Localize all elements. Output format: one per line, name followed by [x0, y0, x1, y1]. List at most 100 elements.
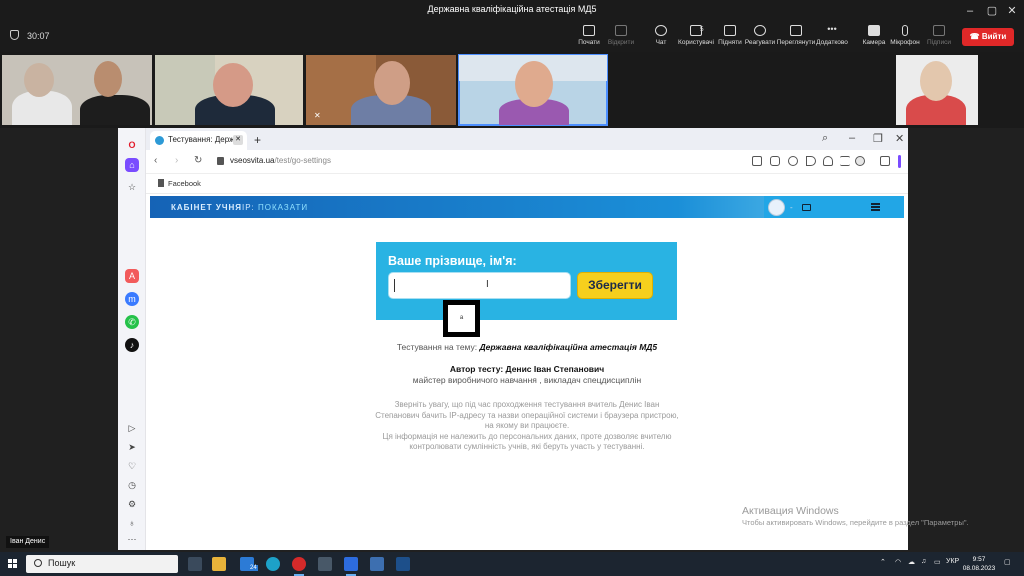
close-browser-button[interactable]: ✕: [895, 132, 904, 145]
tooltip-popup: а: [443, 300, 480, 337]
camera-snapshot-icon[interactable]: [770, 156, 780, 166]
whatsapp-icon[interactable]: ✆: [125, 315, 139, 329]
heart-outline-icon[interactable]: [823, 156, 833, 166]
browser-window: O ⌂ ☆ A m ✆ ♪ ▷ ➤ ♡ ◷ ⚙ ♁ ⋯ Тестування: …: [118, 128, 908, 550]
captions-icon: [933, 25, 945, 36]
participant-tile-self[interactable]: [896, 55, 978, 125]
ip-show-link[interactable]: ПОКАЗАТИ: [258, 203, 308, 212]
home-icon[interactable]: ⌂: [125, 158, 139, 172]
minimize-browser-button[interactable]: –: [849, 132, 855, 144]
language-indicator[interactable]: УКР: [946, 558, 959, 565]
avatar[interactable]: [768, 199, 785, 216]
browser-sidebar: O ⌂ ☆ A m ✆ ♪ ▷ ➤ ♡ ◷ ⚙ ♁ ⋯: [118, 128, 146, 550]
minimize-button[interactable]: –: [960, 3, 980, 19]
tiktok-icon[interactable]: ♪: [125, 338, 139, 352]
new-tab-button[interactable]: +: [254, 133, 261, 147]
url-field[interactable]: vseosvita.ua/test/go-settings: [230, 156, 331, 165]
bookmarks-bar: Facebook: [146, 174, 908, 194]
volume-icon[interactable]: ♫: [921, 558, 926, 565]
participants-count: 5: [700, 26, 704, 33]
grid-icon: [790, 25, 802, 36]
notice-line-1: Зверніть увагу, що під час проходження т…: [375, 400, 679, 430]
zoom-app-icon[interactable]: [344, 557, 358, 576]
settings-icon[interactable]: ⚙: [125, 497, 139, 511]
edit-icon[interactable]: [752, 156, 762, 166]
more-button[interactable]: ••• Додатково: [810, 24, 854, 47]
participant-tile[interactable]: [155, 55, 303, 125]
name-input[interactable]: [388, 272, 571, 299]
tab-bar: Тестування: Держав ✕ + ⌕ – ❐ ✕: [146, 128, 908, 150]
profile-icon[interactable]: [855, 156, 865, 166]
ibeam-cursor-icon: I: [486, 279, 489, 290]
meeting-timer: 30:07: [10, 30, 50, 41]
maximize-button[interactable]: ▢: [982, 3, 1002, 19]
ip-display: IP: ПОКАЗАТИ: [242, 203, 309, 212]
student-cabinet-link[interactable]: КАБІНЕТ УЧНЯ: [171, 203, 242, 212]
app-store-icon[interactable]: A: [125, 269, 139, 283]
battery-icon[interactable]: ▭: [934, 558, 941, 566]
address-bar: ‹ › ↻ vseosvita.ua/test/go-settings: [146, 150, 908, 174]
camera-icon: [868, 25, 880, 36]
taskbar-search[interactable]: Пошук: [26, 555, 178, 573]
onedrive-icon[interactable]: ☁: [908, 558, 915, 566]
send-icon[interactable]: ➤: [125, 440, 139, 454]
page-content: КАБІНЕТ УЧНЯ IP: ПОКАЗАТИ - Ваше прізвищ…: [146, 194, 908, 550]
tray-chevron-icon[interactable]: ⌃: [880, 558, 886, 566]
notifications-icon[interactable]: ▢: [1004, 558, 1011, 566]
windows-start-icon[interactable]: [8, 559, 18, 569]
participant-tile-active[interactable]: [458, 54, 608, 126]
phone-icon: ☎: [969, 32, 982, 41]
tab-testing[interactable]: Тестування: Держав ✕: [150, 131, 247, 150]
leave-button[interactable]: ☎ Вийти: [962, 28, 1014, 46]
star-icon[interactable]: ☆: [125, 180, 139, 194]
captions-button[interactable]: Підписи: [917, 25, 961, 46]
edge-icon[interactable]: [266, 557, 280, 571]
shield-check-icon[interactable]: [788, 156, 798, 166]
test-theme: Тестування на тему: Державна кваліфікаці…: [396, 342, 658, 352]
close-tab-icon[interactable]: ✕: [233, 135, 243, 145]
more-dots-icon[interactable]: ⋯: [125, 532, 139, 546]
restore-browser-button[interactable]: ❐: [873, 132, 883, 145]
messenger-icon[interactable]: m: [125, 292, 139, 306]
reload-icon[interactable]: ↻: [194, 155, 202, 166]
save-button[interactable]: Зберегти: [577, 272, 653, 299]
search-icon: [34, 559, 42, 567]
bulb-icon[interactable]: ♁: [125, 516, 139, 530]
record-button[interactable]: Відкрити: [599, 25, 643, 46]
more-icon: •••: [827, 24, 837, 34]
mic-icon: [902, 25, 908, 36]
bookmark-facebook[interactable]: Facebook: [158, 179, 201, 188]
speaker-name-label: Іван Денис: [6, 536, 50, 548]
play-icon[interactable]: [806, 156, 816, 166]
smile-icon: [754, 25, 766, 36]
activation-watermark-text: Чтобы активировать Windows, перейдите в …: [742, 518, 969, 527]
opera-icon[interactable]: [292, 557, 306, 576]
taskbar-clock[interactable]: 9:57 08.08.2023: [962, 555, 996, 573]
history-icon[interactable]: ◷: [125, 478, 139, 492]
back-icon[interactable]: ‹: [154, 155, 157, 166]
player-icon[interactable]: ▷: [125, 421, 139, 435]
opera-logo-icon[interactable]: O: [125, 138, 139, 152]
test-author: Автор тесту: Денис Іван Степанович: [449, 364, 605, 374]
task-view-icon[interactable]: [188, 557, 202, 571]
messages-icon[interactable]: [802, 204, 811, 211]
remote-desktop-icon[interactable]: [318, 557, 332, 571]
forward-icon[interactable]: ›: [175, 155, 178, 166]
heart-icon[interactable]: ♡: [125, 459, 139, 473]
photoshop-icon[interactable]: [396, 557, 410, 571]
easy-setup-icon[interactable]: [840, 156, 850, 166]
privacy-notice: Зверніть увагу, що під час проходження т…: [372, 400, 682, 453]
window-title: Державна кваліфікаційна атестація МД5: [427, 4, 597, 14]
network-icon[interactable]: ◠: [895, 558, 901, 566]
mail-badge: 24: [249, 565, 258, 571]
menu-icon[interactable]: [871, 203, 880, 211]
file-explorer-icon[interactable]: [212, 557, 226, 571]
participant-tile[interactable]: [2, 55, 152, 125]
participant-tile[interactable]: ✕: [306, 55, 456, 125]
extensions-cube-icon[interactable]: [880, 156, 890, 166]
meeting-toolbar: 30:07 Почати Відкрити Чат Користувачі 5 …: [0, 22, 1024, 52]
search-tabs-icon[interactable]: ⌕: [822, 132, 828, 145]
chat-icon: [655, 25, 667, 36]
word-icon[interactable]: [370, 557, 384, 571]
close-window-button[interactable]: ✕: [1002, 3, 1022, 19]
